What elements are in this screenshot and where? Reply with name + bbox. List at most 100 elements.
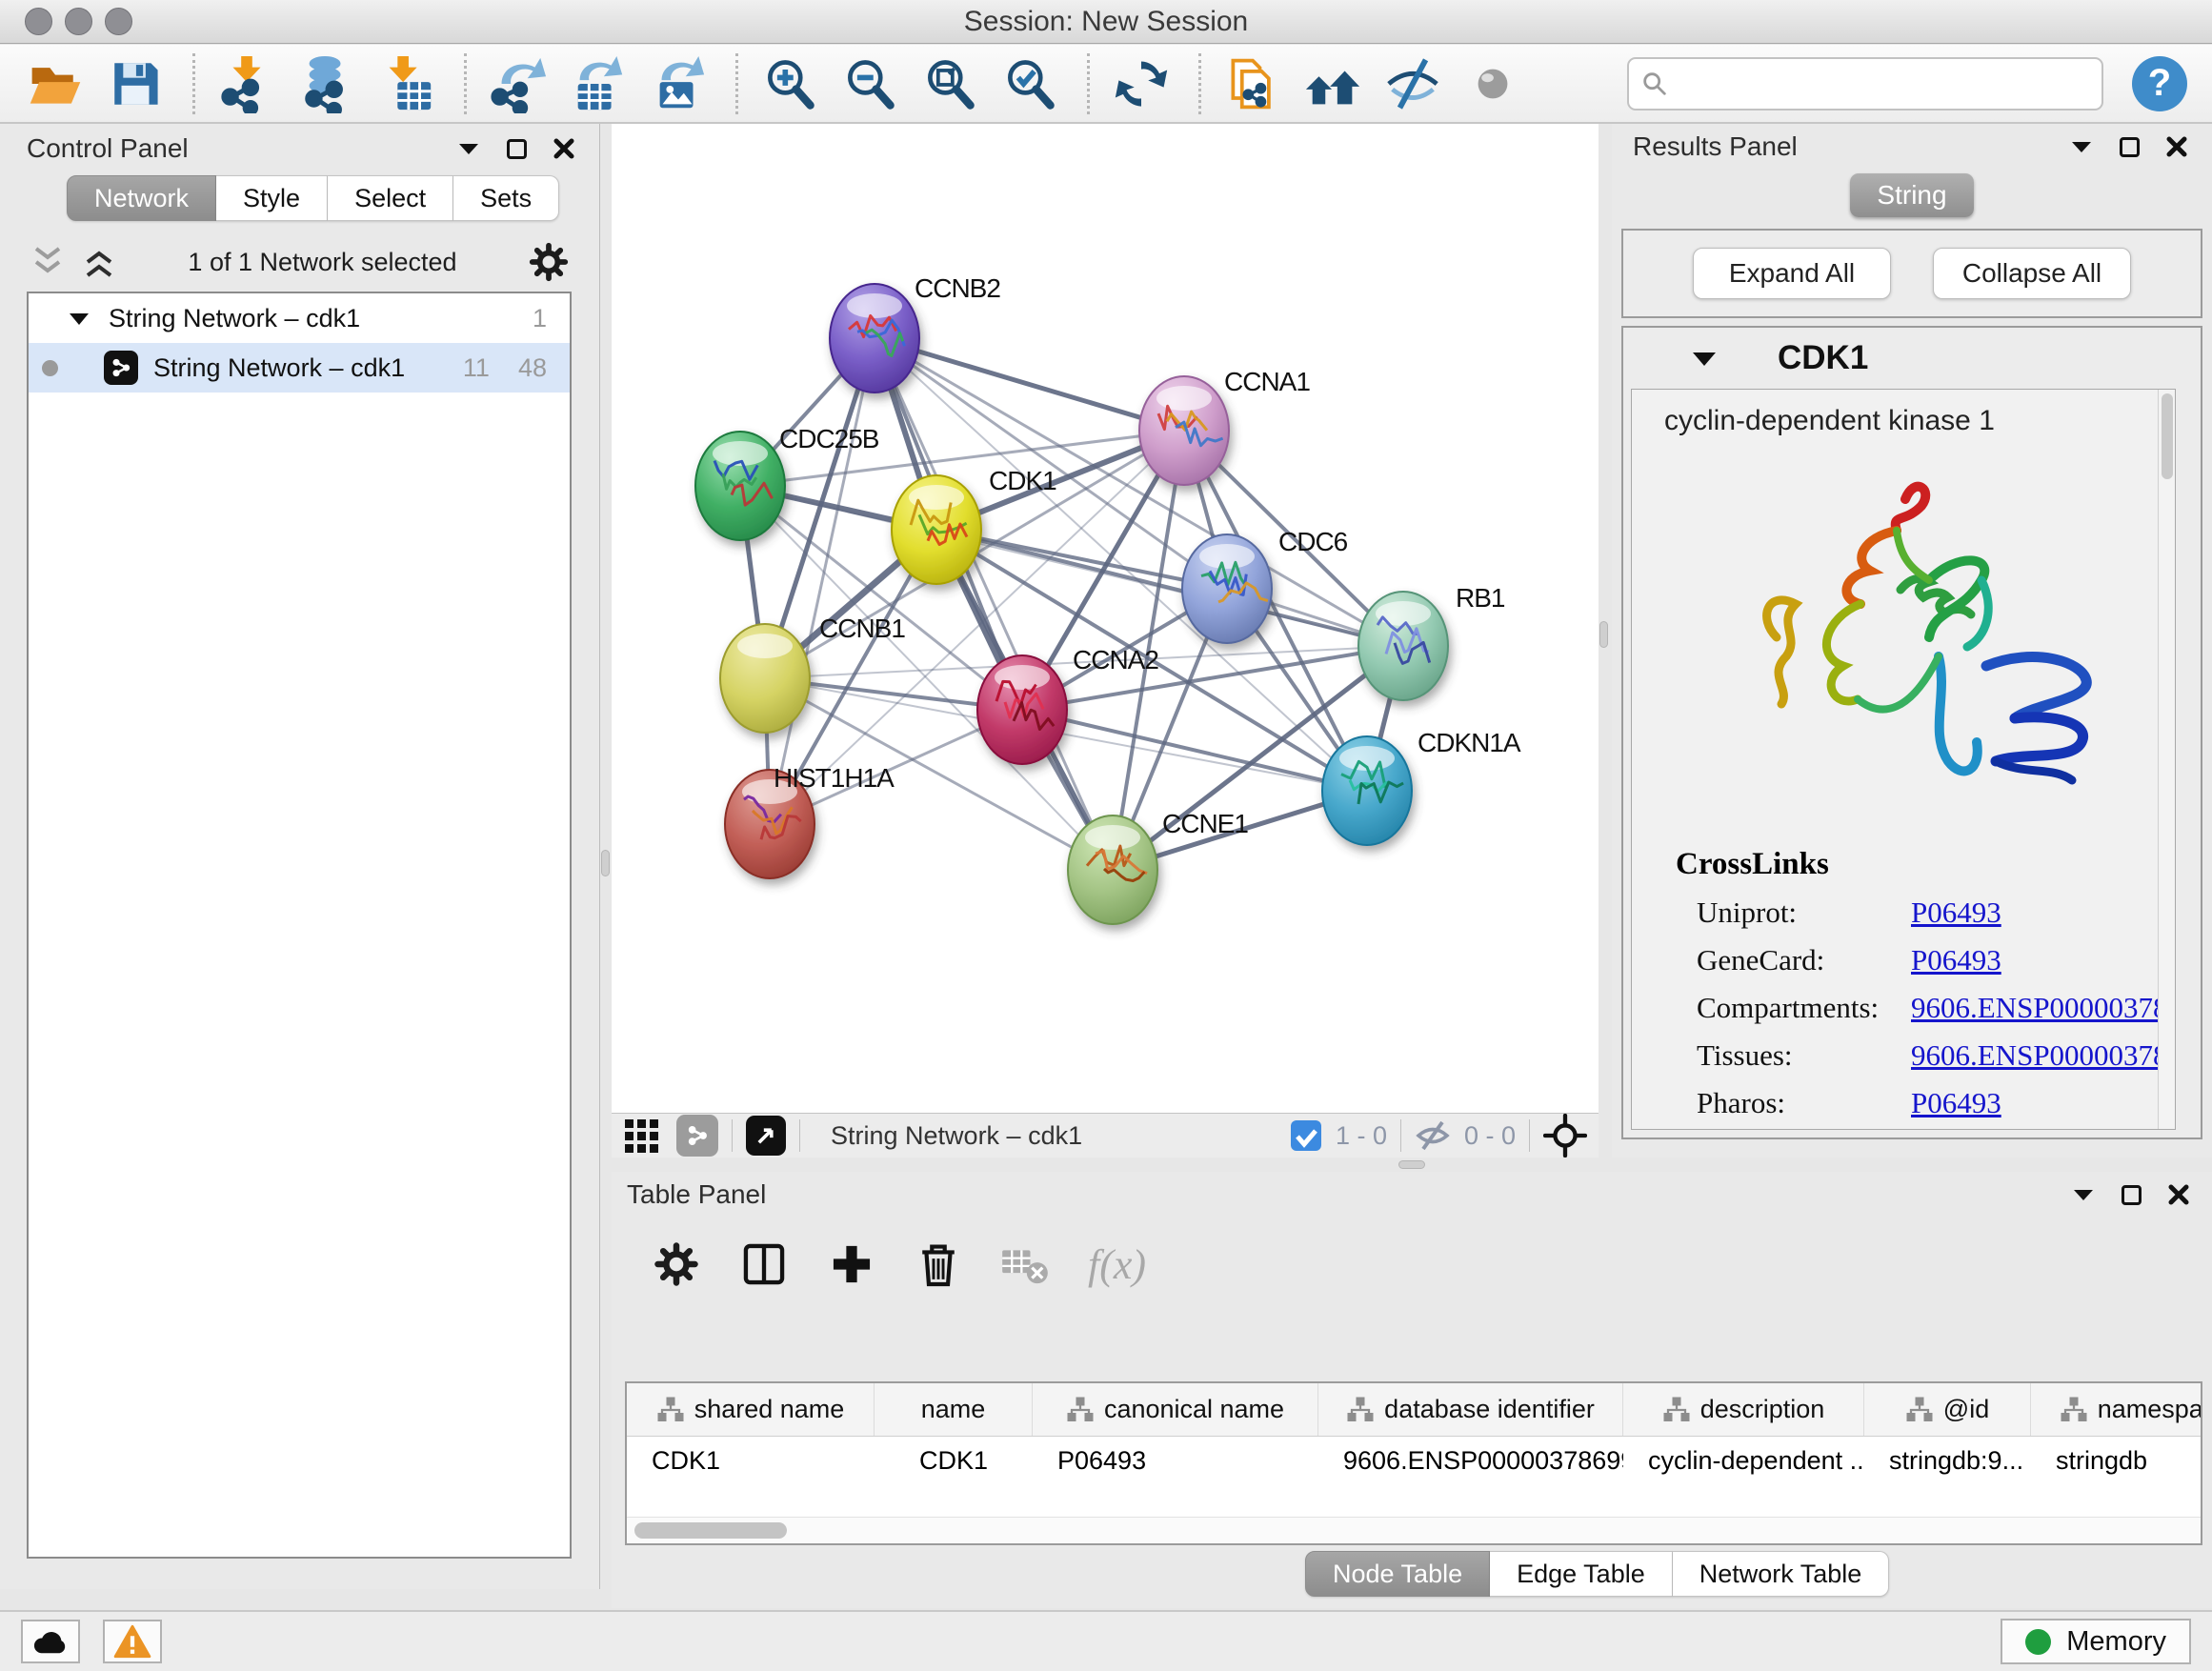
tab-network[interactable]: Network <box>67 175 216 221</box>
node-CCNE1[interactable] <box>1068 815 1157 924</box>
node-CDKN1A[interactable] <box>1322 736 1412 845</box>
memory-button[interactable]: Memory <box>2001 1619 2191 1664</box>
node-table[interactable]: shared namenamecanonical namedatabase id… <box>625 1381 2202 1545</box>
column-header-database-identifier[interactable]: database identifier <box>1318 1383 1623 1436</box>
function-builder-icon[interactable]: f(x) <box>1088 1240 1146 1289</box>
column-header-shared-name[interactable]: shared name <box>627 1383 875 1436</box>
table-options-gear-icon[interactable] <box>652 1239 701 1289</box>
column-header-name[interactable]: name <box>875 1383 1033 1436</box>
entry-collapse-icon[interactable] <box>1692 351 1717 367</box>
panel-close-icon[interactable] <box>2168 1184 2189 1205</box>
add-column-icon[interactable] <box>827 1239 876 1289</box>
node-CCNB1[interactable] <box>720 624 810 733</box>
tab-style[interactable]: Style <box>216 175 328 221</box>
tree-expand-icon[interactable] <box>69 312 90 326</box>
panel-close-icon[interactable] <box>2166 136 2187 157</box>
export-image-icon[interactable] <box>648 53 709 114</box>
column-header--id[interactable]: @id <box>1864 1383 2031 1436</box>
network-graph[interactable]: CCNB2CCNA1CDC25BCDK1CDC6RB1CCNB1CCNA2CDK… <box>612 124 1599 1113</box>
save-session-icon[interactable] <box>105 53 166 114</box>
node-CCNA2[interactable] <box>977 655 1067 764</box>
tab-network-table[interactable]: Network Table <box>1673 1551 1890 1597</box>
import-network-database-icon[interactable] <box>296 53 357 114</box>
panel-menu-icon[interactable] <box>457 141 480 156</box>
cloud-button[interactable] <box>21 1620 80 1663</box>
delete-column-trash-icon[interactable] <box>915 1239 962 1289</box>
warning-button[interactable] <box>103 1620 162 1663</box>
open-session-icon[interactable] <box>25 53 86 114</box>
crosslink-link-pharos-[interactable]: P06493 <box>1911 1086 2001 1120</box>
network-collection-row[interactable]: String Network – cdk1 1 <box>29 293 570 343</box>
column-header-namespace[interactable]: namespace <box>2031 1383 2202 1436</box>
node-CCNA1[interactable] <box>1139 376 1229 485</box>
import-table-file-icon[interactable] <box>376 53 437 114</box>
titlebar: Session: New Session <box>0 0 2212 44</box>
tab-sets[interactable]: Sets <box>453 175 559 221</box>
clone-network-icon[interactable] <box>1222 53 1283 114</box>
panel-menu-icon[interactable] <box>2070 139 2093 154</box>
crosslink-link-genecard-[interactable]: P06493 <box>1911 943 2001 977</box>
panel-float-icon[interactable] <box>507 139 527 159</box>
panel-float-icon[interactable] <box>2120 137 2140 157</box>
edge-CCNB2-CCNE1[interactable] <box>875 338 1113 870</box>
delete-table-icon[interactable] <box>1000 1243 1050 1285</box>
panel-menu-icon[interactable] <box>2072 1187 2095 1202</box>
import-network-file-icon[interactable] <box>216 53 277 114</box>
tab-string[interactable]: String <box>1850 173 1974 217</box>
network-canvas[interactable]: CCNB2CCNA1CDC25BCDK1CDC6RB1CCNB1CCNA2CDK… <box>612 124 1599 1158</box>
panel-float-icon[interactable] <box>2122 1185 2142 1205</box>
export-network-icon[interactable] <box>488 53 549 114</box>
crosslink-link-tissues-[interactable]: 9606.ENSP00000378699 <box>1911 1038 2176 1073</box>
node-CCNB2[interactable] <box>830 284 919 393</box>
show-panel-eye-icon[interactable] <box>1462 53 1523 114</box>
scrollbar-thumb[interactable] <box>634 1522 787 1539</box>
fit-selected-crosshair-icon[interactable] <box>1543 1114 1587 1158</box>
tab-select[interactable]: Select <box>328 175 453 221</box>
bottom-splitter-handle[interactable] <box>1398 1160 1425 1169</box>
hide-panel-eye-icon[interactable] <box>1382 53 1443 114</box>
tab-node-table[interactable]: Node Table <box>1305 1551 1490 1597</box>
results-scrollbar[interactable] <box>2158 390 2175 1129</box>
zoom-selected-icon[interactable] <box>999 53 1060 114</box>
crosslink-link-compartments-[interactable]: 9606.ENSP00000378699 <box>1911 991 2176 1025</box>
node-CDK1[interactable] <box>892 475 981 584</box>
edge-CCNB2-CCNA1[interactable] <box>875 338 1184 431</box>
node-CDC6[interactable] <box>1182 534 1272 643</box>
selected-checkbox-icon[interactable] <box>1290 1119 1322 1152</box>
right-splitter-handle[interactable] <box>1599 621 1608 648</box>
export-table-icon[interactable] <box>568 53 629 114</box>
help-icon[interactable]: ? <box>2132 56 2187 111</box>
collapse-all-icon[interactable] <box>29 245 67 279</box>
edge-CCNA2-CDKN1A[interactable] <box>1022 710 1367 791</box>
zoom-fit-icon[interactable] <box>919 53 980 114</box>
column-header-description[interactable]: description <box>1623 1383 1864 1436</box>
home-panels-icon[interactable] <box>1302 53 1363 114</box>
node-CDC25B[interactable] <box>695 432 785 540</box>
zoom-out-icon[interactable] <box>839 53 900 114</box>
network-row[interactable]: String Network – cdk1 11 48 <box>29 343 570 393</box>
expand-all-button[interactable]: Expand All <box>1693 248 1891 299</box>
grid-view-icon[interactable] <box>623 1116 663 1156</box>
gene-description: cyclin-dependent kinase 1 <box>1664 405 2175 437</box>
hidden-eye-icon[interactable] <box>1415 1119 1451 1152</box>
column-header-canonical-name[interactable]: canonical name <box>1033 1383 1318 1436</box>
search-input[interactable] <box>1669 69 2090 98</box>
left-splitter-handle[interactable] <box>601 850 610 876</box>
crosslink-link-uniprot-[interactable]: P06493 <box>1911 896 2001 930</box>
crosslink-label: Pharos: <box>1697 1086 1911 1120</box>
node-label-RB1: RB1 <box>1456 583 1505 613</box>
panel-close-icon[interactable] <box>553 138 574 159</box>
network-view-icon[interactable] <box>676 1115 718 1157</box>
birds-eye-view-icon[interactable] <box>746 1116 786 1156</box>
tab-edge-table[interactable]: Edge Table <box>1490 1551 1673 1597</box>
node-RB1[interactable] <box>1358 592 1448 700</box>
collapse-all-button[interactable]: Collapse All <box>1933 248 2131 299</box>
show-columns-icon[interactable] <box>739 1239 789 1289</box>
expand-all-icon[interactable] <box>80 245 118 279</box>
search-box[interactable] <box>1627 57 2103 111</box>
table-row[interactable]: CDK1CDK1P064939606.ENSP00000378699cyclin… <box>627 1437 2201 1486</box>
network-options-gear-icon[interactable] <box>527 240 571 284</box>
table-horizontal-scrollbar[interactable] <box>627 1517 2201 1543</box>
refresh-icon[interactable] <box>1111 53 1172 114</box>
zoom-in-icon[interactable] <box>759 53 820 114</box>
